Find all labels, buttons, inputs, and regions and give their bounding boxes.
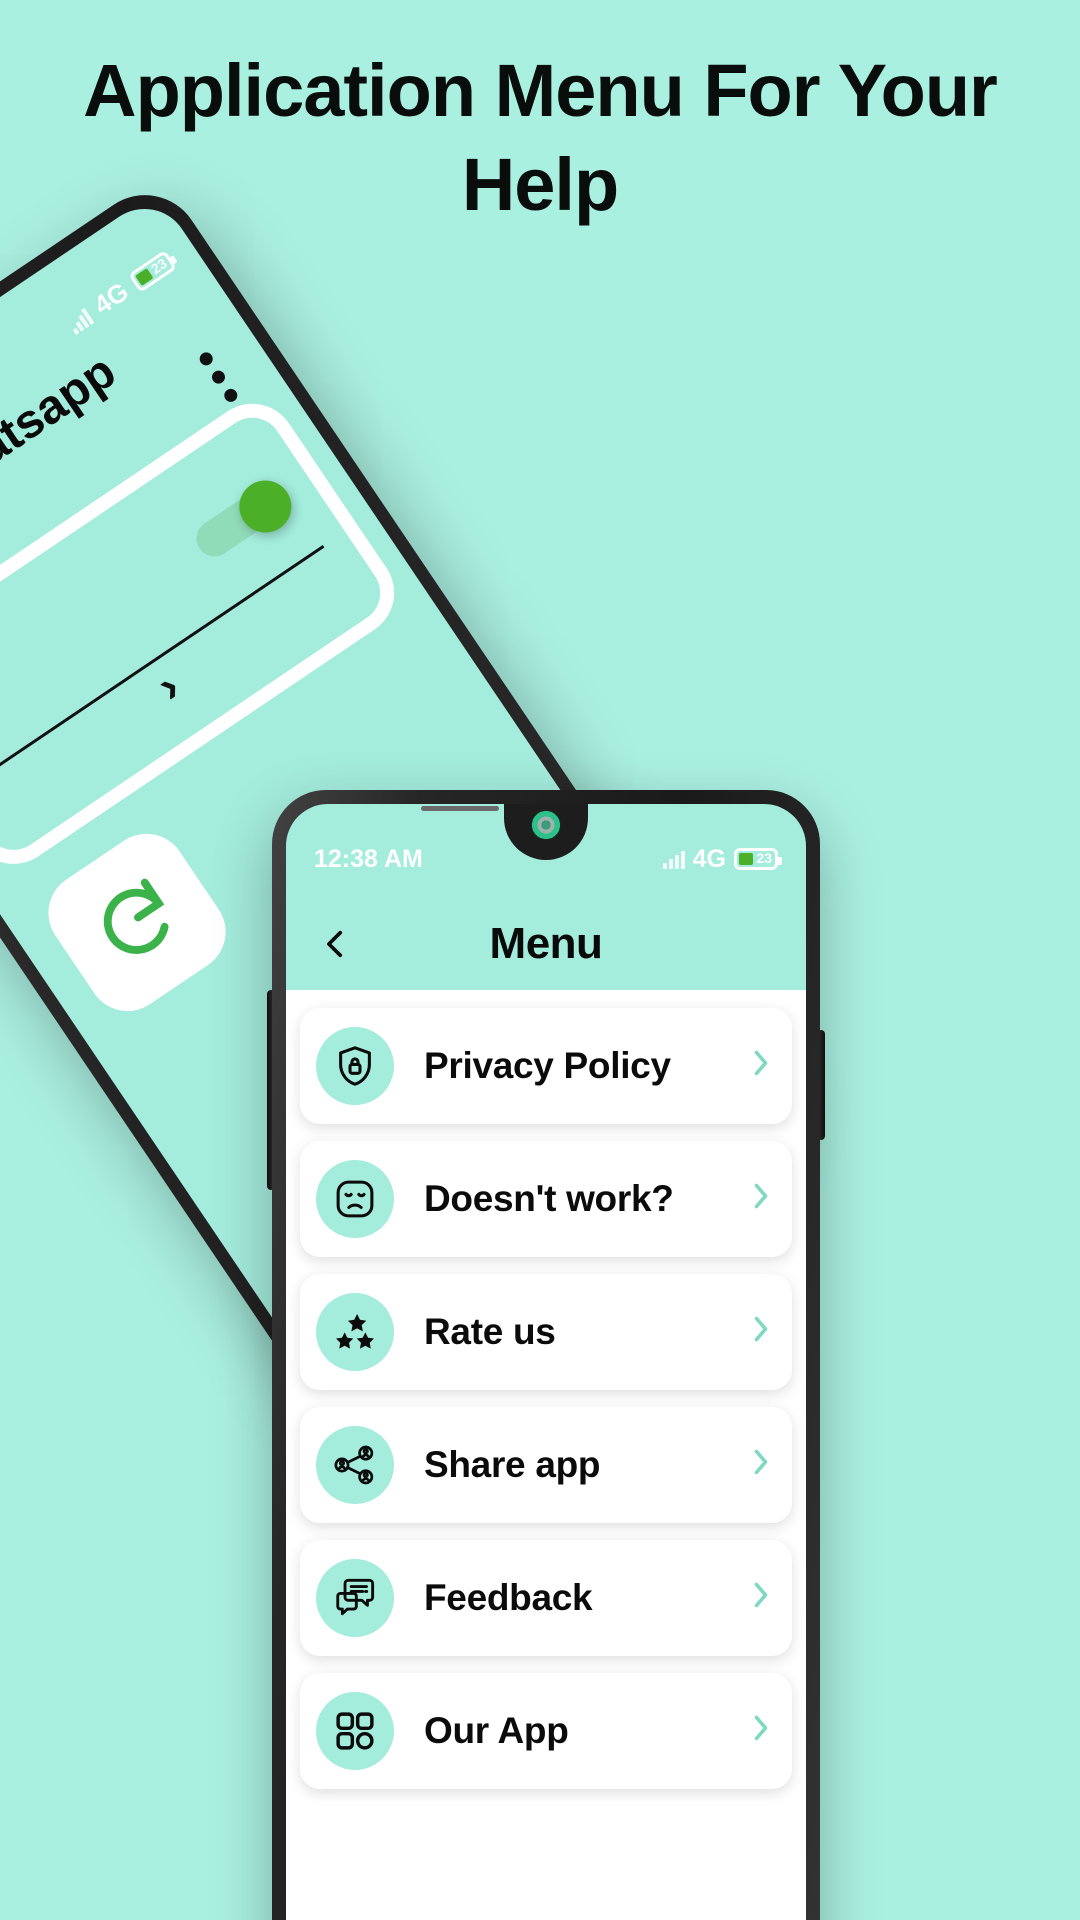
chevron-right-icon [750,1311,772,1353]
battery-percent-label: 23 [756,850,772,866]
earpiece-speaker [421,806,499,811]
back-button[interactable] [314,922,358,966]
menu-item-share-app[interactable]: Share app [300,1407,792,1523]
chevron-right-icon [750,1045,772,1087]
status-time: 12:38 AM [314,844,423,873]
menu-item-feedback[interactable]: Feedback [300,1540,792,1656]
phone-screen: 12:38 AM 4G 23 Menu Privacy Policy Doesn… [286,804,806,1920]
front-camera-icon [531,810,561,840]
page-title-line-2: Help [461,143,619,226]
menu-item-doesnt-work[interactable]: Doesn't work? [300,1141,792,1257]
battery-icon: 23 [127,249,177,293]
grid-apps-icon [316,1692,394,1770]
app-bar: Menu [286,900,806,988]
chevron-right-icon [750,1178,772,1220]
chevron-right-icon[interactable]: › [146,659,189,712]
overflow-menu-icon[interactable] [197,349,240,405]
shield-lock-icon [316,1027,394,1105]
chevron-right-icon [750,1710,772,1752]
chat-bubbles-icon [316,1559,394,1637]
menu-list: Privacy Policy Doesn't work? Rate us Sha… [286,990,806,1920]
background-setting-row[interactable]: ce [0,470,325,777]
signal-bars-icon [65,306,95,335]
menu-item-label: Privacy Policy [424,1045,671,1086]
menu-item-privacy-policy[interactable]: Privacy Policy [300,1008,792,1124]
page-title-line-1: Application Menu For Your [83,49,998,132]
camera-notch [0,315,2,410]
menu-item-our-app[interactable]: Our App [300,1673,792,1789]
network-type-label: 4G [692,844,726,873]
menu-item-label: Share app [424,1444,601,1485]
menu-item-label: Doesn't work? [424,1178,674,1219]
refresh-icon [103,878,169,954]
toggle-switch[interactable] [186,470,302,568]
signal-bars-icon [662,849,685,869]
chevron-left-icon [327,930,343,958]
sad-face-icon [316,1160,394,1238]
menu-item-rate-us[interactable]: Rate us [300,1274,792,1390]
stars-icon [316,1293,394,1371]
battery-icon: 23 [734,848,782,870]
share-network-icon [316,1426,394,1504]
menu-item-label: Our App [424,1710,569,1751]
phone-frame: 12:38 AM 4G 23 Menu Privacy Policy Doesn… [272,790,820,1920]
chevron-right-icon [750,1444,772,1486]
refresh-button[interactable] [32,818,242,1027]
menu-item-label: Feedback [424,1577,593,1618]
network-type-label: 4G [88,276,134,321]
battery-percent-label: 23 [147,254,170,277]
screen-title: Menu [489,919,603,968]
chevron-right-icon [750,1577,772,1619]
foreground-phone-mockup: 12:38 AM 4G 23 Menu Privacy Policy Doesn… [267,790,825,1920]
menu-item-label: Rate us [424,1311,556,1352]
